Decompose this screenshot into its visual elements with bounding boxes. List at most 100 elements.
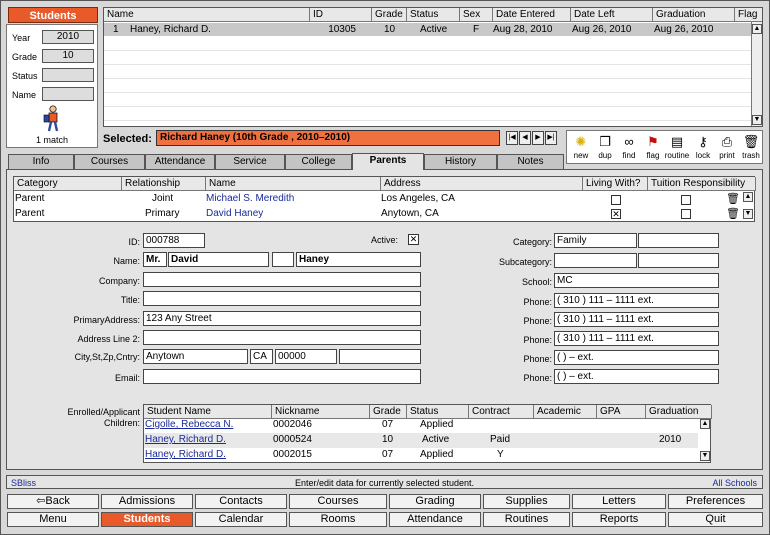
living-with-checkbox-checked[interactable]: ✕ bbox=[611, 209, 621, 219]
routine-button[interactable]: ▤ routine bbox=[663, 133, 691, 163]
col-relationship[interactable]: Relationship bbox=[122, 177, 206, 191]
flag-button[interactable]: ⚑ flag bbox=[641, 133, 665, 163]
col-grade[interactable]: Grade bbox=[370, 405, 407, 419]
quit-button[interactable]: Quit bbox=[668, 512, 763, 527]
subcategory-field[interactable] bbox=[554, 253, 637, 268]
scroll-up-icon[interactable]: ▲ bbox=[743, 192, 753, 202]
tuition-checkbox[interactable] bbox=[681, 195, 691, 205]
col-id[interactable]: ID bbox=[310, 8, 372, 22]
child-name-link[interactable]: Haney, Richard D. bbox=[145, 448, 226, 462]
back-button[interactable]: ⇦Back bbox=[7, 494, 99, 509]
title-field[interactable] bbox=[143, 291, 421, 306]
name-field[interactable] bbox=[42, 87, 94, 101]
last-name-field[interactable]: Haney bbox=[296, 252, 421, 267]
grade-field[interactable]: 10 bbox=[42, 49, 94, 63]
category-field[interactable]: Family bbox=[554, 233, 637, 248]
tab-notes[interactable]: Notes bbox=[497, 154, 564, 169]
letters-button[interactable]: Letters bbox=[572, 494, 666, 509]
tab-info[interactable]: Info bbox=[8, 154, 74, 169]
school-field[interactable]: MC bbox=[554, 273, 719, 288]
lock-button[interactable]: ⚷ lock bbox=[691, 133, 715, 163]
routines-button[interactable]: Routines bbox=[483, 512, 570, 527]
print-button[interactable]: ⎙ print bbox=[715, 133, 739, 163]
country-field[interactable] bbox=[339, 349, 421, 364]
col-sex[interactable]: Sex bbox=[460, 8, 493, 22]
parent-name-link[interactable]: David Haney bbox=[206, 207, 263, 221]
id-field[interactable]: 000788 bbox=[143, 233, 205, 248]
address2-field[interactable] bbox=[143, 330, 421, 345]
trash-button[interactable]: 🗑 trash bbox=[739, 133, 763, 163]
col-status[interactable]: Status bbox=[407, 8, 460, 22]
child-name-link[interactable]: Cigolle, Rebecca N. bbox=[145, 418, 233, 432]
dup-button[interactable]: ❐ dup bbox=[593, 133, 617, 163]
col-flag[interactable]: Flag bbox=[735, 8, 762, 22]
zip-field[interactable]: 00000 bbox=[275, 349, 337, 364]
first-name-field[interactable]: David bbox=[168, 252, 269, 267]
tab-college[interactable]: College bbox=[285, 154, 352, 169]
address-field[interactable]: 123 Any Street bbox=[143, 311, 421, 326]
contacts-button[interactable]: Contacts bbox=[195, 494, 287, 509]
state-field[interactable]: CA bbox=[250, 349, 273, 364]
admissions-button[interactable]: Admissions bbox=[101, 494, 193, 509]
col-status[interactable]: Status bbox=[407, 405, 469, 419]
child-name-link[interactable]: Haney, Richard D. bbox=[145, 433, 226, 447]
status-field[interactable] bbox=[42, 68, 94, 82]
first-record-icon[interactable]: |◀ bbox=[506, 131, 518, 145]
col-parent-name[interactable]: Name bbox=[206, 177, 381, 191]
grading-button[interactable]: Grading bbox=[389, 494, 481, 509]
tab-attendance[interactable]: Attendance bbox=[145, 154, 215, 169]
next-record-icon[interactable]: ▶ bbox=[532, 131, 544, 145]
col-contract[interactable]: Contract bbox=[469, 405, 534, 419]
tab-parents[interactable]: Parents bbox=[352, 153, 424, 170]
attendance-button[interactable]: Attendance bbox=[389, 512, 481, 527]
prev-record-icon[interactable]: ◀ bbox=[519, 131, 531, 145]
scroll-down-icon[interactable]: ▼ bbox=[743, 209, 753, 219]
email-field[interactable] bbox=[143, 369, 421, 384]
col-grade[interactable]: Grade bbox=[372, 8, 407, 22]
tuition-checkbox[interactable] bbox=[681, 209, 691, 219]
col-gpa[interactable]: GPA bbox=[597, 405, 646, 419]
col-graduation[interactable]: Graduation bbox=[653, 8, 735, 22]
phone-field[interactable]: ( 310 ) 111 – 1111 ext. bbox=[554, 331, 719, 346]
company-field[interactable] bbox=[143, 272, 421, 287]
col-academic[interactable]: Academic bbox=[534, 405, 597, 419]
phone-field[interactable]: ( ) – ext. bbox=[554, 369, 719, 384]
phone-field[interactable]: ( 310 ) 111 – 1111 ext. bbox=[554, 312, 719, 327]
delete-row-icon[interactable]: 🗑 bbox=[726, 207, 740, 221]
tab-service[interactable]: Service bbox=[215, 154, 285, 169]
reports-button[interactable]: Reports bbox=[572, 512, 666, 527]
col-address[interactable]: Address bbox=[381, 177, 583, 191]
prefix-field[interactable]: Mr. bbox=[143, 252, 167, 267]
year-field[interactable]: 2010 bbox=[42, 30, 94, 44]
supplies-button[interactable]: Supplies bbox=[483, 494, 570, 509]
phone-field[interactable]: ( 310 ) 111 – 1111 ext. bbox=[554, 293, 719, 308]
preferences-button[interactable]: Preferences bbox=[668, 494, 763, 509]
students-button[interactable]: Students bbox=[101, 512, 193, 527]
list-scrollbar[interactable]: ▲ ▼ bbox=[751, 22, 762, 126]
col-graduation[interactable]: Graduation bbox=[646, 405, 712, 419]
phone-field[interactable]: ( ) – ext. bbox=[554, 350, 719, 365]
category-extra-field[interactable] bbox=[638, 233, 719, 248]
col-category[interactable]: Category bbox=[14, 177, 122, 191]
active-checkbox[interactable]: ✕ bbox=[408, 234, 419, 245]
col-student-name[interactable]: Student Name bbox=[144, 405, 272, 419]
calendar-button[interactable]: Calendar bbox=[195, 512, 287, 527]
last-record-icon[interactable]: ▶| bbox=[545, 131, 557, 145]
subcategory-extra-field[interactable] bbox=[638, 253, 719, 268]
table-row[interactable] bbox=[144, 433, 698, 448]
parent-name-link[interactable]: Michael S. Meredith bbox=[206, 192, 294, 206]
middle-name-field[interactable] bbox=[272, 252, 294, 267]
delete-row-icon[interactable]: 🗑 bbox=[726, 192, 740, 206]
scroll-down-icon[interactable]: ▼ bbox=[700, 451, 710, 461]
new-button[interactable]: ✺ new bbox=[569, 133, 593, 163]
scroll-up-icon[interactable]: ▲ bbox=[700, 419, 710, 429]
city-field[interactable]: Anytown bbox=[143, 349, 248, 364]
living-with-checkbox[interactable] bbox=[611, 195, 621, 205]
col-name[interactable]: Name bbox=[104, 8, 310, 22]
col-nickname[interactable]: Nickname bbox=[272, 405, 370, 419]
col-tuition[interactable]: Tuition Responsibility bbox=[648, 177, 756, 191]
col-date-left[interactable]: Date Left bbox=[571, 8, 653, 22]
menu-button[interactable]: Menu bbox=[7, 512, 99, 527]
scroll-up-icon[interactable]: ▲ bbox=[752, 24, 762, 34]
courses-button[interactable]: Courses bbox=[289, 494, 387, 509]
